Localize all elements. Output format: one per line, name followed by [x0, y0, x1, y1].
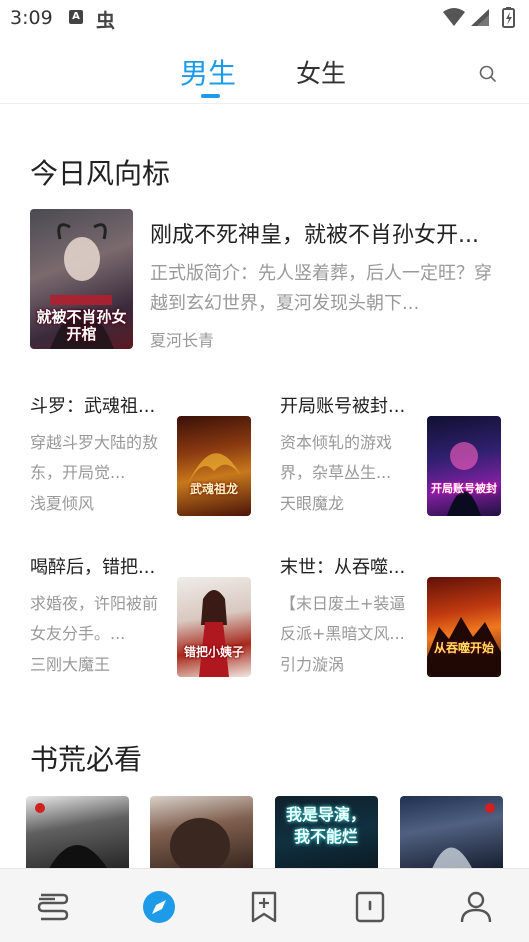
featured-book-author: 夏河长青	[150, 331, 215, 350]
status-bar: 3:09 A 虫	[0, 0, 529, 36]
profile-icon[interactable]	[456, 887, 496, 927]
section-title-must-read: 书荒必看	[30, 743, 143, 776]
featured-book-cover[interactable]: 就被不肖孙女开棺	[30, 209, 133, 349]
book-desc: 求婚夜，许阳被前女友分手。...	[30, 594, 159, 643]
featured-book-desc: 正式版简介：先人竖着葬，后人一定旺？穿越到玄幻世界，夏河发现头朝下...	[150, 263, 492, 314]
book-card[interactable]: 斗罗：武魂祖... 穿越斗罗大陆的敖东，开局觉... 浅夏倾风 武魂祖龙	[30, 392, 255, 516]
discover-icon[interactable]	[139, 887, 179, 927]
cover-art	[447, 442, 481, 516]
cover-art	[187, 453, 241, 486]
cover-art	[430, 803, 495, 874]
signal-icon	[471, 9, 489, 26]
section-title-today: 今日风向标	[30, 157, 171, 190]
battery-icon	[502, 7, 515, 28]
bookshelf-icon[interactable]	[33, 887, 73, 927]
book-title[interactable]: 喝醉后，错把...	[30, 553, 165, 579]
book-cover[interactable]: 开局账号被封	[427, 416, 501, 516]
book-title[interactable]: 末世：从吞噬...	[280, 553, 415, 579]
book-cover[interactable]	[150, 796, 253, 874]
a-notification-icon: A	[69, 10, 83, 24]
book-cover[interactable]: 武魂祖龙	[177, 416, 251, 516]
book-desc: 资本倾轧的游戏界，杂草丛生...	[280, 433, 393, 482]
book-cover-title: 武魂祖龙	[189, 482, 238, 496]
cover-art	[199, 590, 229, 677]
book-cover-title: 开局账号被封	[431, 482, 497, 495]
book-desc: 穿越斗罗大陆的敖东，开局觉...	[30, 433, 159, 482]
cover-art	[170, 818, 230, 874]
gender-tabs: 男生 女生	[0, 36, 529, 104]
featured-book-title[interactable]: 刚成不死神皇，就被不肖孙女开...	[150, 217, 500, 249]
bug-notification-icon: 虫	[96, 10, 116, 32]
bottom-nav	[0, 868, 529, 942]
book-cover[interactable]: 错把小姨子	[177, 577, 251, 677]
bookmark-add-icon[interactable]	[244, 887, 284, 927]
book-card[interactable]: 开局账号被封... 资本倾轧的游戏界，杂草丛生... 天眼魔龙 开局账号被封	[280, 392, 505, 516]
active-tab-indicator	[201, 94, 220, 98]
tab-female[interactable]: 女生	[296, 54, 346, 90]
book-card[interactable]: 喝醉后，错把... 求婚夜，许阳被前女友分手。... 三刚大魔王 错把小姨子	[30, 553, 255, 677]
book-cover[interactable]	[26, 796, 129, 874]
book-desc: 【末日废土+装逼反派+黑暗文风...	[280, 594, 406, 643]
featured-book[interactable]: 就被不肖孙女开棺 刚成不死神皇，就被不肖孙女开... 正式版简介：先人竖着葬，后…	[30, 209, 500, 351]
wifi-icon	[443, 8, 465, 26]
book-title[interactable]: 斗罗：武魂祖...	[30, 392, 165, 418]
book-cover-title: 错把小姨子	[183, 645, 244, 659]
tab-male[interactable]: 男生	[180, 52, 236, 92]
book-title[interactable]: 开局账号被封...	[280, 392, 415, 418]
book-author: 天眼魔龙	[280, 494, 345, 513]
book-cover[interactable]: 从吞噬开始	[427, 577, 501, 677]
cover-art	[35, 803, 111, 874]
book-cover[interactable]: 我是导演，我不能烂	[275, 796, 378, 874]
book-card[interactable]: 末世：从吞噬... 【末日废土+装逼反派+黑暗文风... 引力漩涡 从吞噬开始	[280, 553, 505, 677]
book-cover-title: 我是导演，我不能烂	[285, 805, 366, 846]
status-icons	[443, 7, 515, 28]
status-time: 3:09	[10, 7, 53, 29]
featured-cover-title: 就被不肖孙女开棺	[36, 308, 127, 343]
cover-art	[427, 617, 501, 677]
search-icon[interactable]	[478, 64, 498, 84]
category-icon[interactable]	[350, 887, 390, 927]
book-author: 三刚大魔王	[30, 655, 111, 674]
book-author: 浅夏倾风	[30, 494, 95, 513]
book-author: 引力漩涡	[280, 655, 345, 674]
book-cover-title: 从吞噬开始	[433, 641, 494, 655]
book-cover[interactable]	[400, 796, 503, 874]
